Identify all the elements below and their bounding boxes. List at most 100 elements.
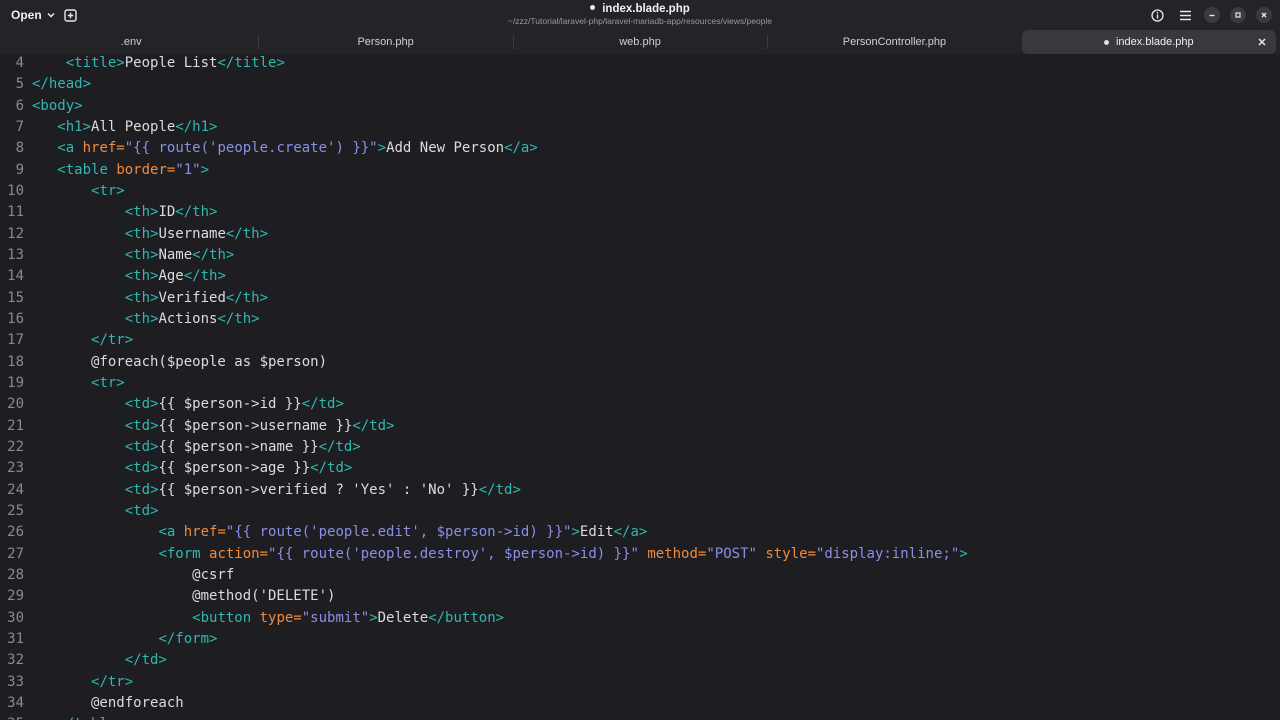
code-text: <th>Actions</th> — [32, 309, 260, 330]
code-token: <tr> — [91, 182, 125, 199]
code-token: <a — [57, 140, 83, 157]
code-text: <a href="{{ route('people.edit', $person… — [32, 522, 647, 543]
code-line[interactable]: 16 <th>Actions</th> — [0, 309, 1280, 330]
code-line[interactable]: 27 <form action="{{ route('people.destro… — [0, 544, 1280, 565]
new-tab-icon — [63, 8, 77, 22]
line-number: 22 — [7, 438, 24, 455]
line-number: 32 — [7, 652, 24, 669]
code-token: > — [571, 524, 580, 541]
code-line[interactable]: 10 <tr> — [0, 181, 1280, 202]
code-line[interactable]: 22 <td>{{ $person->name }}</td> — [0, 437, 1280, 458]
code-token: {{ $person->verified ? 'Yes' : 'No' }} — [158, 481, 479, 498]
code-token: > — [369, 609, 378, 626]
code-text: </tr> — [32, 330, 133, 351]
code-token: <title> — [65, 55, 125, 71]
code-text: </head> — [32, 74, 91, 95]
code-line[interactable]: 19 <tr> — [0, 373, 1280, 394]
code-editor[interactable]: 4 <title>People List</title> 5 </head> 6 <bo… — [0, 54, 1280, 720]
code-line[interactable]: 8 <a href="{{ route('people.create') }}"… — [0, 138, 1280, 159]
code-text: <tr> — [32, 373, 125, 394]
code-line[interactable]: 23 <td>{{ $person->age }}</td> — [0, 458, 1280, 479]
code-text: <th>Verified</th> — [32, 288, 268, 309]
code-line[interactable]: 15 <th>Verified</th> — [0, 288, 1280, 309]
code-token: "submit" — [301, 609, 370, 626]
code-token: <td> — [124, 417, 159, 434]
info-icon — [1150, 8, 1164, 22]
new-tab-button[interactable] — [62, 7, 78, 23]
line-number: 33 — [7, 673, 24, 690]
code-line[interactable]: 25 <td> — [0, 501, 1280, 522]
tab-web-php[interactable]: web.php — [512, 30, 767, 54]
code-token: People List — [124, 55, 218, 71]
code-line[interactable]: 29 @method('DELETE') — [0, 586, 1280, 607]
modified-indicator — [1103, 39, 1109, 45]
code-text: </tr> — [32, 672, 133, 693]
code-line[interactable]: 11 <th>ID</th> — [0, 202, 1280, 223]
code-line[interactable]: 35 </table> — [0, 714, 1280, 720]
maximize-button[interactable] — [1230, 7, 1246, 23]
code-line[interactable]: 12 <th>Username</th> — [0, 224, 1280, 245]
tab-label: web.php — [619, 36, 661, 48]
code-token: <th> — [124, 289, 159, 306]
code-line[interactable]: 28 @csrf — [0, 565, 1280, 586]
code-line[interactable]: 13 <th>Name</th> — [0, 245, 1280, 266]
tab-label: PersonController.php — [842, 36, 947, 48]
open-button[interactable]: Open — [4, 4, 63, 26]
code-line[interactable]: 14 <th>Age</th> — [0, 266, 1280, 287]
code-token: </table> — [57, 716, 124, 720]
code-token: "{{ route('people.destroy', $person->id)… — [268, 545, 639, 562]
code-line[interactable]: 34 @endforeach — [0, 693, 1280, 714]
tab-person-php[interactable]: Person.php — [258, 30, 512, 54]
main-menu-button[interactable] — [1176, 6, 1194, 24]
code-token: </td> — [301, 396, 344, 413]
tab-env[interactable]: .env — [4, 30, 258, 54]
tab-person-controller[interactable]: PersonController.php — [767, 30, 1021, 54]
code-line[interactable]: 20 <td>{{ $person->id }}</td> — [0, 394, 1280, 415]
code-token: </td> — [352, 417, 395, 434]
code-line[interactable]: 7 <h1>All People</h1> — [0, 117, 1280, 138]
code-token: > — [377, 140, 387, 157]
code-line[interactable]: 4 <title>People List</title> — [0, 54, 1280, 74]
code-line[interactable]: 24 <td>{{ $person->verified ? 'Yes' : 'N… — [0, 480, 1280, 501]
code-line[interactable]: 6 <body> — [0, 96, 1280, 117]
code-token: "POST" — [706, 545, 757, 562]
code-text: <th>Name</th> — [32, 245, 235, 266]
minimize-button[interactable] — [1204, 7, 1220, 23]
code-line[interactable]: 17 </tr> — [0, 330, 1280, 351]
code-text: <title>People List</title> — [32, 54, 285, 74]
code-line[interactable]: 5 </head> — [0, 74, 1280, 95]
code-line[interactable]: 26 <a href="{{ route('people.edit', $per… — [0, 522, 1280, 543]
code-token: > — [200, 161, 210, 178]
tab-index-blade[interactable]: index.blade.php — [1021, 30, 1277, 54]
code-line[interactable]: 21 <td>{{ $person->username }}</td> — [0, 416, 1280, 437]
code-text: <h1>All People</h1> — [32, 117, 217, 138]
code-line[interactable]: 31 </form> — [0, 629, 1280, 650]
info-button[interactable] — [1148, 6, 1166, 24]
close-window-button[interactable] — [1256, 7, 1272, 23]
code-line[interactable]: 9 <table border="1"> — [0, 160, 1280, 181]
code-token: </th> — [225, 225, 269, 242]
code-token: Verified — [158, 289, 226, 306]
code-line[interactable]: 33 </tr> — [0, 672, 1280, 693]
code-text: <td>{{ $person->verified ? 'Yes' : 'No' … — [32, 480, 521, 501]
code-token: @method('DELETE') — [32, 588, 336, 605]
code-line[interactable]: 30 <button type="submit">Delete</button> — [0, 608, 1280, 629]
close-icon[interactable] — [1256, 36, 1268, 48]
line-number: 5 — [15, 76, 24, 93]
code-token: Add New Person — [386, 140, 505, 157]
line-number: 16 — [7, 310, 24, 327]
code-line[interactable]: 18 @foreach($people as $person) — [0, 352, 1280, 373]
code-text: @csrf — [32, 565, 234, 586]
line-number: 17 — [7, 332, 24, 349]
code-token: </th> — [183, 268, 226, 285]
code-text: <th>Age</th> — [32, 266, 226, 287]
code-line[interactable]: 32 </td> — [0, 650, 1280, 671]
